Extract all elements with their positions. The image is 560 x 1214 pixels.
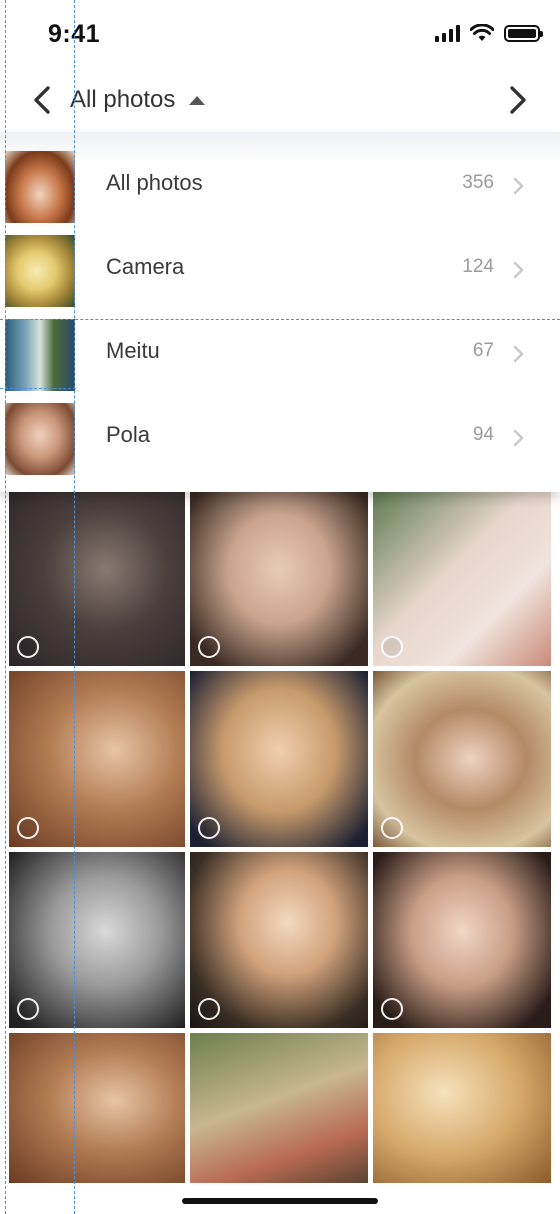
status-icons: [435, 24, 543, 42]
photo-thumbnail[interactable]: [190, 852, 368, 1028]
album-count: 94: [472, 424, 494, 445]
album-row-meitu[interactable]: Meitu 67: [0, 316, 560, 400]
album-row-camera[interactable]: Camera 124: [0, 232, 560, 316]
select-circle-icon[interactable]: [198, 636, 220, 658]
wifi-icon: [470, 24, 494, 41]
photo-thumbnail[interactable]: [9, 671, 185, 847]
photo-thumbnail[interactable]: [373, 671, 551, 847]
photo-thumbnail[interactable]: [373, 490, 551, 666]
album-thumbnail: [5, 151, 75, 223]
guide-line: [74, 0, 75, 1214]
album-dropdown: All photos 356 Camera 124 Meitu 67 Pola …: [0, 132, 560, 492]
photo-thumbnail[interactable]: [9, 852, 185, 1028]
guide-line: [5, 0, 6, 1214]
album-name: All photos: [106, 170, 203, 195]
album-count: 124: [462, 256, 494, 277]
photo-thumbnail[interactable]: [9, 490, 185, 666]
chevron-right-icon: [513, 429, 524, 447]
album-name: Meitu: [106, 338, 160, 363]
album-count: 356: [462, 172, 494, 193]
cellular-signal-icon: [435, 24, 460, 42]
status-bar: 9:41: [0, 0, 560, 70]
page-title: All photos: [70, 86, 176, 113]
album-name: Pola: [106, 422, 151, 447]
select-circle-icon[interactable]: [381, 998, 403, 1020]
select-circle-icon[interactable]: [381, 817, 403, 839]
album-row-pola[interactable]: Pola 94: [0, 400, 560, 484]
select-circle-icon[interactable]: [198, 817, 220, 839]
guide-line: [0, 388, 76, 389]
album-name: Camera: [106, 254, 185, 279]
chevron-right-icon: [513, 345, 524, 363]
home-indicator: [182, 1198, 378, 1204]
photo-thumbnail[interactable]: [190, 490, 368, 666]
guide-line: [0, 319, 560, 320]
photo-thumbnail[interactable]: [190, 1033, 368, 1183]
select-circle-icon[interactable]: [198, 998, 220, 1020]
album-row-all-photos[interactable]: All photos 356: [0, 148, 560, 232]
photo-grid: [9, 490, 551, 1183]
select-circle-icon[interactable]: [17, 998, 39, 1020]
caret-up-icon: [189, 95, 206, 105]
photo-thumbnail[interactable]: [9, 1033, 185, 1183]
album-count: 67: [472, 340, 494, 361]
battery-icon: [504, 24, 543, 42]
select-circle-icon[interactable]: [381, 636, 403, 658]
album-thumbnail: [5, 235, 75, 307]
chevron-right-icon: [513, 261, 524, 279]
album-thumbnail: [5, 403, 75, 475]
chevron-left-icon[interactable]: [26, 82, 62, 118]
nav-bar: All photos: [0, 70, 560, 132]
album-thumbnail: [5, 319, 75, 391]
photo-thumbnail[interactable]: [373, 1033, 551, 1183]
select-circle-icon[interactable]: [17, 636, 39, 658]
chevron-right-icon[interactable]: [498, 82, 534, 118]
select-circle-icon[interactable]: [17, 817, 39, 839]
photo-thumbnail[interactable]: [190, 671, 368, 847]
album-picker-toggle[interactable]: All photos: [70, 86, 206, 114]
chevron-right-icon: [513, 177, 524, 195]
photo-thumbnail[interactable]: [373, 852, 551, 1028]
